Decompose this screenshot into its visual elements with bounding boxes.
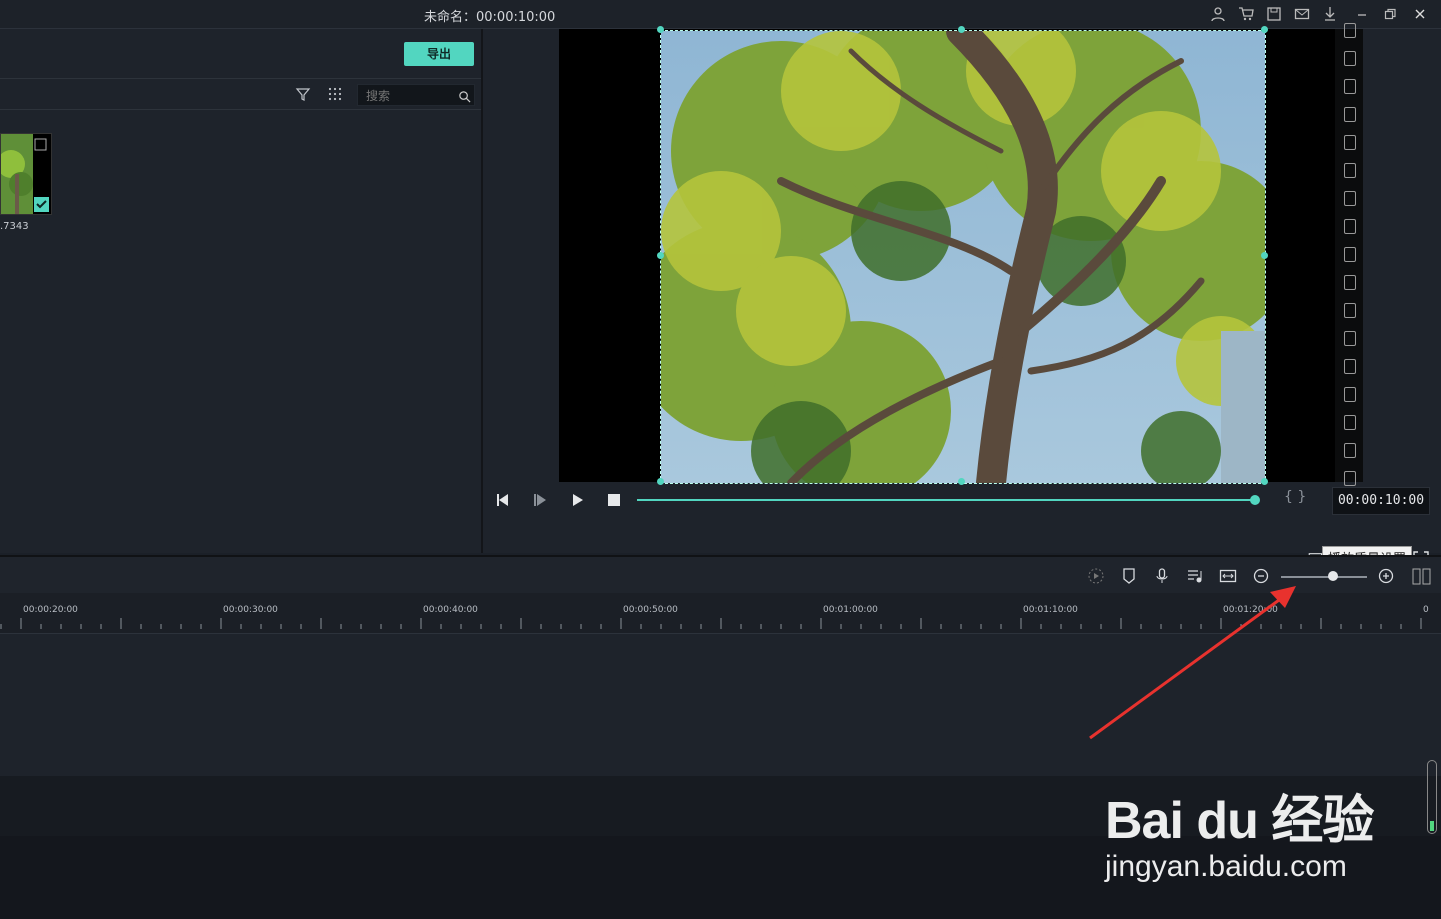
- next-frame-icon[interactable]: [531, 491, 549, 509]
- vertical-scrollbar[interactable]: [1427, 760, 1437, 834]
- cart-icon[interactable]: [1238, 6, 1254, 22]
- media-thumbnail[interactable]: [0, 133, 52, 215]
- resize-handle[interactable]: [958, 26, 965, 33]
- restore-icon[interactable]: [1382, 6, 1398, 22]
- playback-controls: { } 00:00:10:00: [483, 482, 1441, 567]
- thumbnail-label: .7343: [0, 221, 29, 232]
- panel-layout-icon[interactable]: [1412, 567, 1432, 585]
- film-hole: [1344, 303, 1356, 318]
- film-hole: [1344, 163, 1356, 178]
- film-hole: [1344, 107, 1356, 122]
- search-icon[interactable]: [458, 88, 471, 103]
- baidu-watermark-url: jingyan.baidu.com: [1105, 850, 1347, 883]
- mark-in-out-icon[interactable]: { }: [1284, 489, 1306, 505]
- progress-knob[interactable]: [1250, 495, 1260, 505]
- filmstrip-decoration: [1335, 23, 1363, 486]
- film-hole: [1344, 79, 1356, 94]
- window-title: 未命名：00:00:10:00: [424, 10, 556, 25]
- video-viewer[interactable]: [559, 26, 1335, 485]
- annotation-arrow: [1089, 586, 1296, 740]
- ruler-tick-label: 00:00:50:00: [623, 605, 678, 615]
- film-hole: [1344, 359, 1356, 374]
- save-icon[interactable]: [1266, 6, 1282, 22]
- baidu-watermark-logo: Bai du 经验: [1105, 792, 1374, 850]
- scroll-indicator: [1430, 821, 1434, 831]
- ruler-tick-label: 00:00:30:00: [223, 605, 278, 615]
- media-toolbar: [0, 78, 481, 110]
- film-hole: [1344, 331, 1356, 346]
- film-hole: [1344, 23, 1356, 38]
- film-hole: [1344, 443, 1356, 458]
- account-icon[interactable]: [1210, 6, 1226, 22]
- ruler-tick-label: 0: [1423, 605, 1429, 615]
- stop-icon[interactable]: [605, 491, 623, 509]
- minimize-icon[interactable]: [1354, 6, 1370, 22]
- preview-image-tree[interactable]: [660, 30, 1266, 484]
- film-hole: [1344, 275, 1356, 290]
- resize-handle[interactable]: [657, 252, 664, 259]
- title-bar: 未命名：00:00:10:00: [0, 0, 1441, 29]
- film-hole: [1344, 415, 1356, 430]
- search-field[interactable]: [357, 84, 475, 106]
- ruler-tick-label: 00:00:20:00: [23, 605, 78, 615]
- film-hole: [1344, 219, 1356, 234]
- resize-handle[interactable]: [657, 26, 664, 33]
- film-hole: [1344, 135, 1356, 150]
- progress-bar[interactable]: [637, 499, 1255, 501]
- film-hole: [1344, 387, 1356, 402]
- film-hole: [1344, 191, 1356, 206]
- filter-icon[interactable]: [295, 86, 311, 102]
- zoom-slider-knob[interactable]: [1328, 571, 1338, 581]
- search-input[interactable]: [364, 87, 456, 105]
- download-icon[interactable]: [1322, 6, 1338, 22]
- play-icon[interactable]: [568, 491, 586, 509]
- export-button[interactable]: 导出: [404, 42, 474, 66]
- zoom-in-icon[interactable]: [1377, 567, 1395, 585]
- mail-icon[interactable]: [1294, 6, 1310, 22]
- grid-view-icon[interactable]: [327, 86, 343, 102]
- ruler-tick-label: 00:00:40:00: [423, 605, 478, 615]
- resize-handle[interactable]: [1261, 252, 1268, 259]
- ruler-tick-label: 00:01:00:00: [823, 605, 878, 615]
- timecode-display: 00:00:10:00: [1332, 487, 1430, 515]
- close-icon[interactable]: [1412, 6, 1428, 22]
- media-library-panel: 导出 .7343: [0, 29, 483, 553]
- previous-frame-icon[interactable]: [494, 491, 512, 509]
- film-hole: [1344, 247, 1356, 262]
- film-hole: [1344, 51, 1356, 66]
- preview-panel: { } 00:00:10:00: [483, 23, 1441, 567]
- ruler-tick-label: 00:01:10:00: [1023, 605, 1078, 615]
- resize-handle[interactable]: [1261, 26, 1268, 33]
